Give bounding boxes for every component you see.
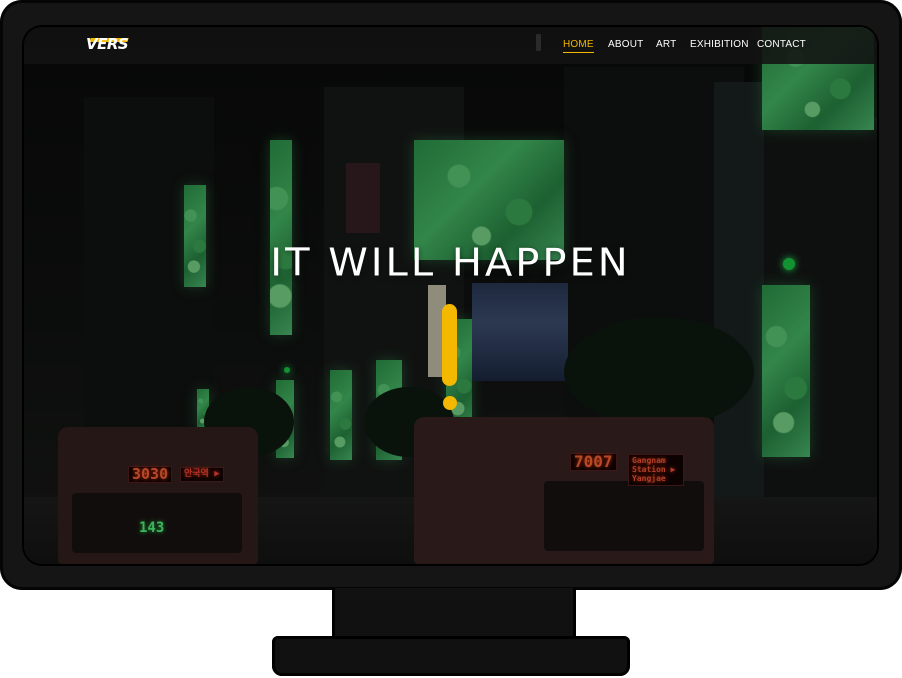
top-navbar: VERS HOME ABOUT ART EXHIBITION CONTACT <box>24 27 877 64</box>
monitor-frame: 3030 안국역 ▶ 143 7007 Gangnam Station ▶ Ya… <box>0 0 902 590</box>
exclamation-dot <box>443 396 457 410</box>
site-logo[interactable]: VERS <box>86 35 129 53</box>
monitor-base <box>272 636 630 676</box>
nav-contact[interactable]: CONTACT <box>757 39 806 50</box>
exclamation-bar <box>442 304 457 386</box>
nav-art[interactable]: ART <box>656 39 676 50</box>
nav-about[interactable]: ABOUT <box>608 39 643 50</box>
stage: 3030 안국역 ▶ 143 7007 Gangnam Station ▶ Ya… <box>0 0 902 678</box>
hero-dim-overlay <box>24 27 877 564</box>
monitor-neck <box>332 588 576 640</box>
nav-home[interactable]: HOME <box>563 39 594 53</box>
monitor-screen: 3030 안국역 ▶ 143 7007 Gangnam Station ▶ Ya… <box>24 27 877 564</box>
nav-divider <box>536 34 541 51</box>
nav-exhibition[interactable]: EXHIBITION <box>690 39 749 50</box>
hero-headline: IT WILL HAPPEN <box>270 241 631 285</box>
